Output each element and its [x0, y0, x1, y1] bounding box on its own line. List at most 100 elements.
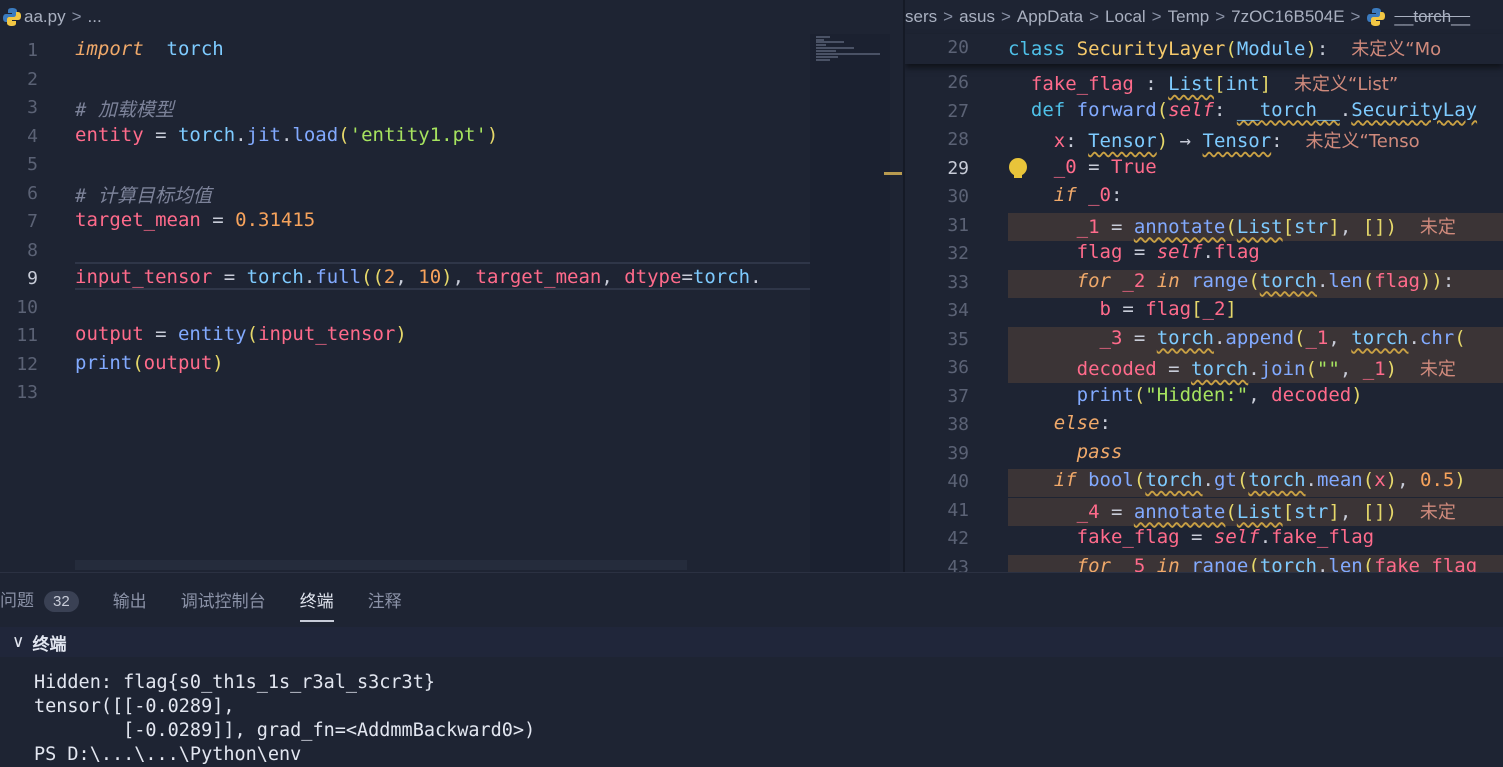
terminal-output[interactable]: Hidden: flag{s0_th1s_1s_r3al_s3cr3t} tens…	[34, 671, 535, 767]
line-number: 39	[947, 442, 969, 464]
minimap[interactable]	[810, 34, 890, 572]
code-token: torch	[1259, 554, 1317, 573]
code-token: )	[1351, 383, 1363, 406]
minimap-line	[816, 56, 838, 58]
code-token: in	[1156, 269, 1180, 292]
code-token: =	[1099, 215, 1134, 238]
code-line[interactable]: b = flag[_2]	[1008, 298, 1237, 320]
code-line[interactable]: def forward(self: __torch__.SecurityLay	[1008, 99, 1477, 121]
line-number: 27	[947, 100, 969, 122]
code-line[interactable]: target_mean = 0.31415	[75, 209, 315, 231]
breadcrumb-segment[interactable]: Temp	[1168, 7, 1210, 27]
code-token: )	[212, 351, 224, 374]
line-number: 26	[947, 72, 969, 93]
code-token: (	[1225, 500, 1237, 523]
breadcrumb-file[interactable]: aa.py	[24, 7, 66, 27]
panel-tab[interactable]: 输出	[113, 587, 147, 612]
code-line[interactable]: _3 = torch.append(_1, torch.chr(	[1008, 327, 1466, 349]
code-token: ,	[395, 266, 419, 288]
chevron-down-icon[interactable]: ∨	[12, 632, 24, 652]
code-line[interactable]: flag = self.flag	[1008, 241, 1260, 263]
code-line[interactable]: fake_flag = self.fake_flag	[1008, 526, 1374, 548]
code-token: torch	[1351, 326, 1409, 349]
code-token: 未定	[1397, 359, 1456, 380]
terminal-section-header[interactable]: ∨ 终端	[0, 627, 1503, 657]
right-breadcrumb[interactable]: sers > asus > AppData > Local > Temp >7zOC16B504E…	[905, 0, 1503, 34]
python-file-icon	[3, 8, 21, 26]
breadcrumb-segment[interactable]: AppData	[1017, 7, 1083, 27]
code-token: _5	[1122, 554, 1146, 573]
code-line[interactable]: entity = torch.jit.load('entity1.pt')	[75, 124, 498, 146]
code-line[interactable]: _4 = annotate(List[str], []) 未定	[1008, 498, 1456, 524]
code-token: fake_flag	[1076, 526, 1180, 548]
panel-tab[interactable]: 注释	[368, 587, 402, 612]
line-number: 13	[16, 382, 38, 403]
right-editor[interactable]: sers > asus > AppData > Local > Temp >7zOC16B504E…	[905, 0, 1503, 572]
code-line[interactable]: pass	[1008, 441, 1123, 463]
code-token: range	[1191, 554, 1249, 573]
panel-tab-label: 终端	[299, 591, 334, 611]
code-line[interactable]: else:	[1008, 412, 1111, 434]
code-token: (	[1156, 98, 1169, 121]
code-line[interactable]: print("Hidden:", decoded)	[1008, 384, 1363, 406]
code-line[interactable]: fake_flag : List[int] 未定义“List”	[1008, 70, 1398, 96]
horizontal-scrollbar[interactable]	[75, 560, 687, 570]
code-token: # 加载模型	[75, 99, 174, 121]
breadcrumb-separator: >	[1000, 7, 1011, 26]
breadcrumb-segment[interactable]: Local	[1105, 7, 1146, 27]
bottom-panel[interactable]: 问题 32 输出 调试控制台 终端 注释 ∨ 终端 Hidden: flag{s0_th1…	[0, 572, 1503, 765]
panel-tab[interactable]: 问题 32	[0, 586, 79, 612]
code-token: _4	[1076, 500, 1100, 523]
code-token: (	[1454, 326, 1466, 349]
sticky-scroll-header[interactable]: 20 class SecurityLayer(Module): 未定义“Mo	[905, 34, 1503, 64]
panel-tab[interactable]: 调试控制台	[181, 587, 266, 612]
code-line[interactable]: for _2 in range(torch.len(flag)):	[1008, 269, 1455, 292]
code-token: :	[1133, 73, 1169, 95]
code-line[interactable]: _0 = True	[1008, 156, 1157, 178]
code-line[interactable]: for _5 in range(torch.len(fake_flag	[1008, 554, 1478, 573]
left-breadcrumb[interactable]: aa.py > ...	[0, 0, 903, 34]
code-token: output	[143, 351, 213, 374]
code-token: _3	[1099, 326, 1123, 349]
code-line[interactable]: # 加载模型	[75, 95, 174, 122]
code-line[interactable]: print(output)	[75, 352, 224, 374]
code-line[interactable]: class SecurityLayer(Module): 未定义“Mo	[1008, 35, 1441, 61]
code-line[interactable]: output = entity(input_tensor)	[75, 323, 407, 345]
panel-tab[interactable]: 终端	[299, 587, 334, 622]
code-line[interactable]: decoded = torch.join("", _1) 未定	[1008, 355, 1456, 381]
breadcrumb-symbol[interactable]: __torch__	[1394, 7, 1470, 27]
breadcrumb-segment[interactable]: asus	[959, 7, 995, 27]
code-token: full	[315, 266, 362, 288]
code-token: Tensor	[1202, 130, 1272, 152]
code-line[interactable]: if bool(torch.gt(torch.mean(x), 0.5)	[1008, 469, 1466, 491]
code-line[interactable]: x: Tensor) → Tensor: 未定义“Tenso	[1008, 127, 1420, 153]
code-line[interactable]: _1 = annotate(List[str], []) 未定	[1008, 213, 1456, 239]
code-token: (	[1362, 469, 1375, 491]
breadcrumb-separator: >	[943, 7, 954, 26]
code-token: range	[1191, 269, 1249, 292]
left-editor[interactable]: aa.py > ... 1 import torch 2 3 # 加载模型 4 entity…	[0, 0, 903, 572]
code-token: :	[1213, 98, 1237, 121]
panel-tabs[interactable]: 问题 32 输出 调试控制台 终端 注释	[0, 573, 1503, 625]
breadcrumb-segment[interactable]: sers	[905, 7, 937, 27]
code-token: gt	[1213, 469, 1237, 491]
code-line[interactable]: input_tensor = torch.full((2, 10), targe…	[75, 266, 762, 288]
lightbulb-icon[interactable]	[1009, 158, 1027, 178]
code-line[interactable]: # 计算目标均值	[75, 181, 212, 208]
code-line[interactable]: import torch	[75, 38, 224, 60]
code-token: 未定	[1397, 216, 1456, 238]
code-token: :	[1111, 184, 1123, 206]
code-token: :	[1442, 269, 1455, 292]
breadcrumb-symbols[interactable]: ...	[88, 7, 102, 27]
breadcrumb-segment[interactable]: 7zOC16B504E	[1231, 7, 1344, 27]
terminal-line: [-0.0289]], grad_fn=<AddmmBackward0>)	[34, 720, 536, 741]
code-token: bool	[1088, 469, 1134, 491]
code-line[interactable]: if _0:	[1008, 184, 1123, 206]
